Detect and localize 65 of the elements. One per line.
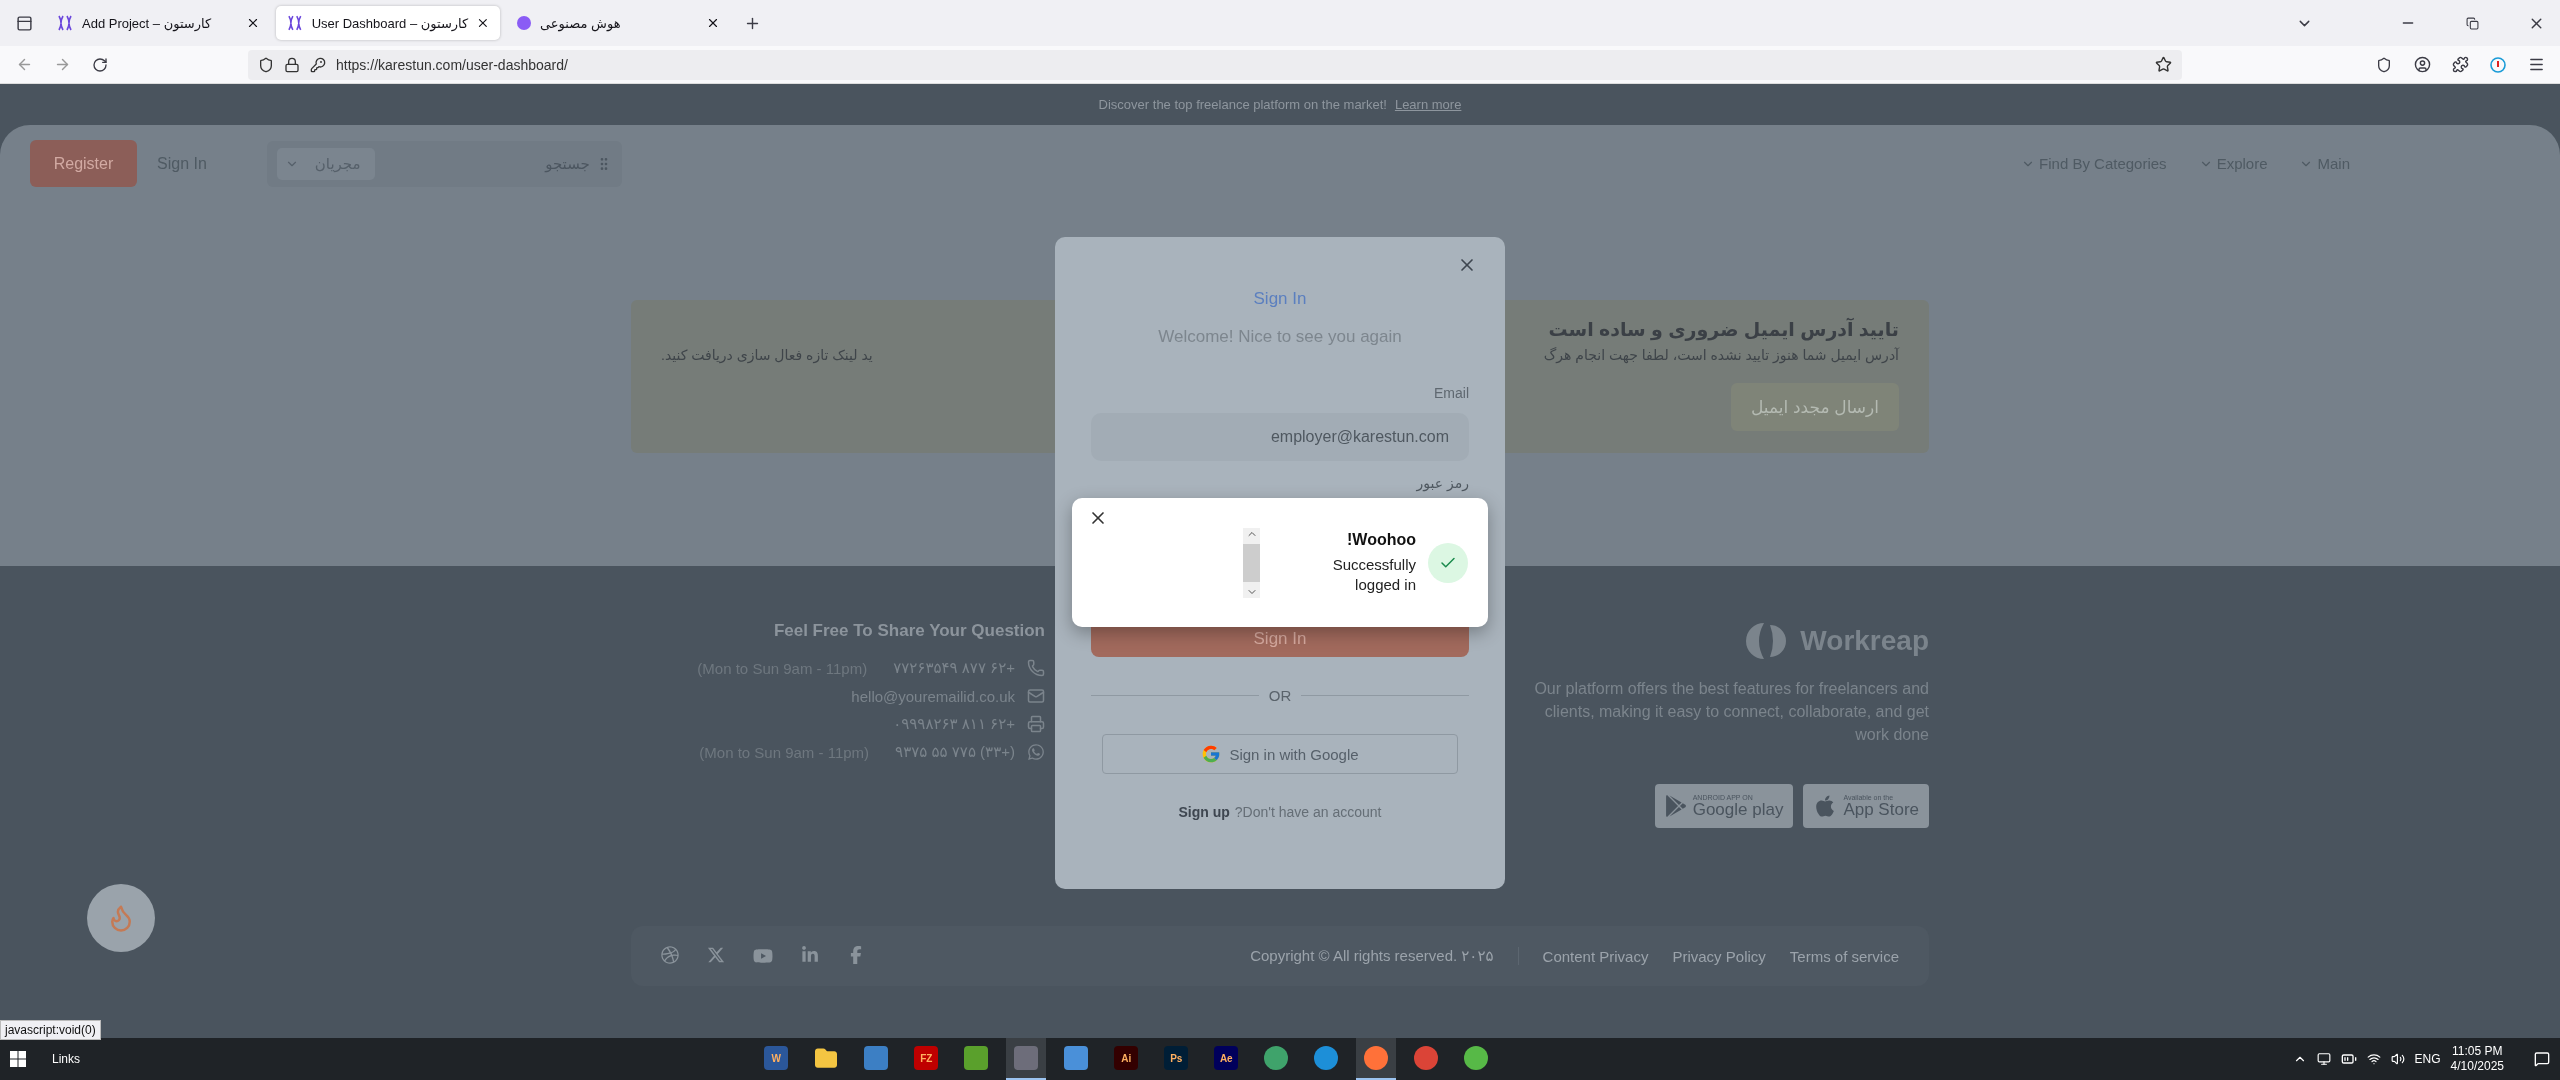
announcement-text: Discover the top freelance platform on the market!: [1098, 97, 1387, 112]
language-indicator[interactable]: ENG: [2414, 1052, 2441, 1066]
toolbar-label[interactable]: Links: [52, 1052, 80, 1066]
close-icon[interactable]: [476, 16, 490, 30]
footer-link[interactable]: Privacy Policy: [1672, 947, 1766, 965]
sign-up-link[interactable]: Sign up: [1178, 804, 1230, 820]
footer-link[interactable]: Terms of service: [1789, 947, 1899, 965]
taskbar-app[interactable]: [1006, 1038, 1047, 1080]
app-icon: Ae: [1214, 1046, 1239, 1070]
resend-email-button[interactable]: ارسال مجدد ایمیل: [1731, 383, 1899, 431]
app-icon: FZ: [914, 1046, 939, 1070]
sign-up-prompt: ?Don't have an account: [1234, 804, 1382, 820]
email-label: Email: [1434, 385, 1469, 401]
close-icon[interactable]: [706, 16, 720, 30]
printer-icon: [1027, 715, 1045, 733]
shield-icon: [258, 56, 274, 73]
taskbar-app[interactable]: [1356, 1038, 1397, 1080]
toast-title: !Woohoo: [1347, 530, 1416, 549]
status-url: javascript:void(0): [0, 1020, 101, 1040]
lock-icon: [284, 56, 300, 73]
whatsapp-icon: [1027, 743, 1045, 761]
brand-logo-icon: [1746, 621, 1787, 661]
site-logo-icon: [56, 15, 74, 31]
key-icon: [310, 56, 326, 73]
check-icon: [1428, 542, 1468, 583]
alert-title: تایید آدرس ایمیل ضروری و ساده است: [1548, 318, 1899, 341]
app-icon: Ps: [1164, 1046, 1189, 1070]
notifications-icon[interactable]: [2534, 1051, 2550, 1067]
phone-icon: [1027, 659, 1045, 677]
toast-message: Successfully logged in: [1331, 554, 1416, 595]
dialog-title: Sign In: [1253, 289, 1307, 309]
footer-link[interactable]: Content Privacy: [1542, 947, 1649, 965]
taskbar-app[interactable]: Ps: [1156, 1038, 1197, 1080]
register-button[interactable]: Register: [30, 140, 137, 187]
email-field[interactable]: employer@karestun.com: [1091, 413, 1469, 461]
taskbar-app[interactable]: FZ: [906, 1038, 947, 1080]
taskbar-app[interactable]: Ai: [1106, 1038, 1147, 1080]
address-bar[interactable]: https://karestun.com/user-dashboard/: [248, 49, 2182, 80]
close-icon[interactable]: [246, 16, 260, 30]
learn-more-link[interactable]: Learn more: [1394, 97, 1462, 112]
app-icon: W: [764, 1046, 789, 1070]
footer-heading: Feel Free To Share Your Question: [773, 621, 1045, 641]
mail-icon: [1027, 687, 1045, 705]
favicon-icon: [516, 15, 532, 31]
windows-start-icon[interactable]: [10, 1051, 26, 1067]
copyright-text: Copyright © All rights reserved. ۲۰۲۵: [1250, 947, 1519, 965]
browser-tab[interactable]: هوش مصنوعی: [506, 6, 730, 40]
or-divider-text: OR: [1268, 687, 1292, 704]
clock-time[interactable]: 11:05 PM: [2452, 1044, 2503, 1059]
battery-icon[interactable]: [2340, 1051, 2357, 1067]
monitor-icon[interactable]: [2316, 1052, 2331, 1066]
browser-tab[interactable]: User Dashboard – کارستون: [276, 6, 500, 40]
wifi-icon[interactable]: [2366, 1052, 2381, 1066]
google-sign-in-button[interactable]: Sign in with Google: [1102, 734, 1458, 774]
browser-tab[interactable]: Add Project – کارستون: [46, 6, 270, 40]
site-logo-icon: [286, 15, 304, 31]
taskbar-app[interactable]: Ae: [1206, 1038, 1247, 1080]
taskbar-app[interactable]: W: [756, 1038, 797, 1080]
app-icon: Ai: [1114, 1046, 1139, 1070]
url-text: https://karestun.com/user-dashboard/: [336, 56, 568, 73]
google-icon: [1201, 744, 1222, 764]
volume-icon[interactable]: [2390, 1052, 2405, 1066]
bookmark-star-icon[interactable]: [2155, 56, 2172, 73]
clock-date[interactable]: 4/10/2025: [2450, 1059, 2504, 1074]
password-label: رمز عبور: [1416, 475, 1469, 491]
